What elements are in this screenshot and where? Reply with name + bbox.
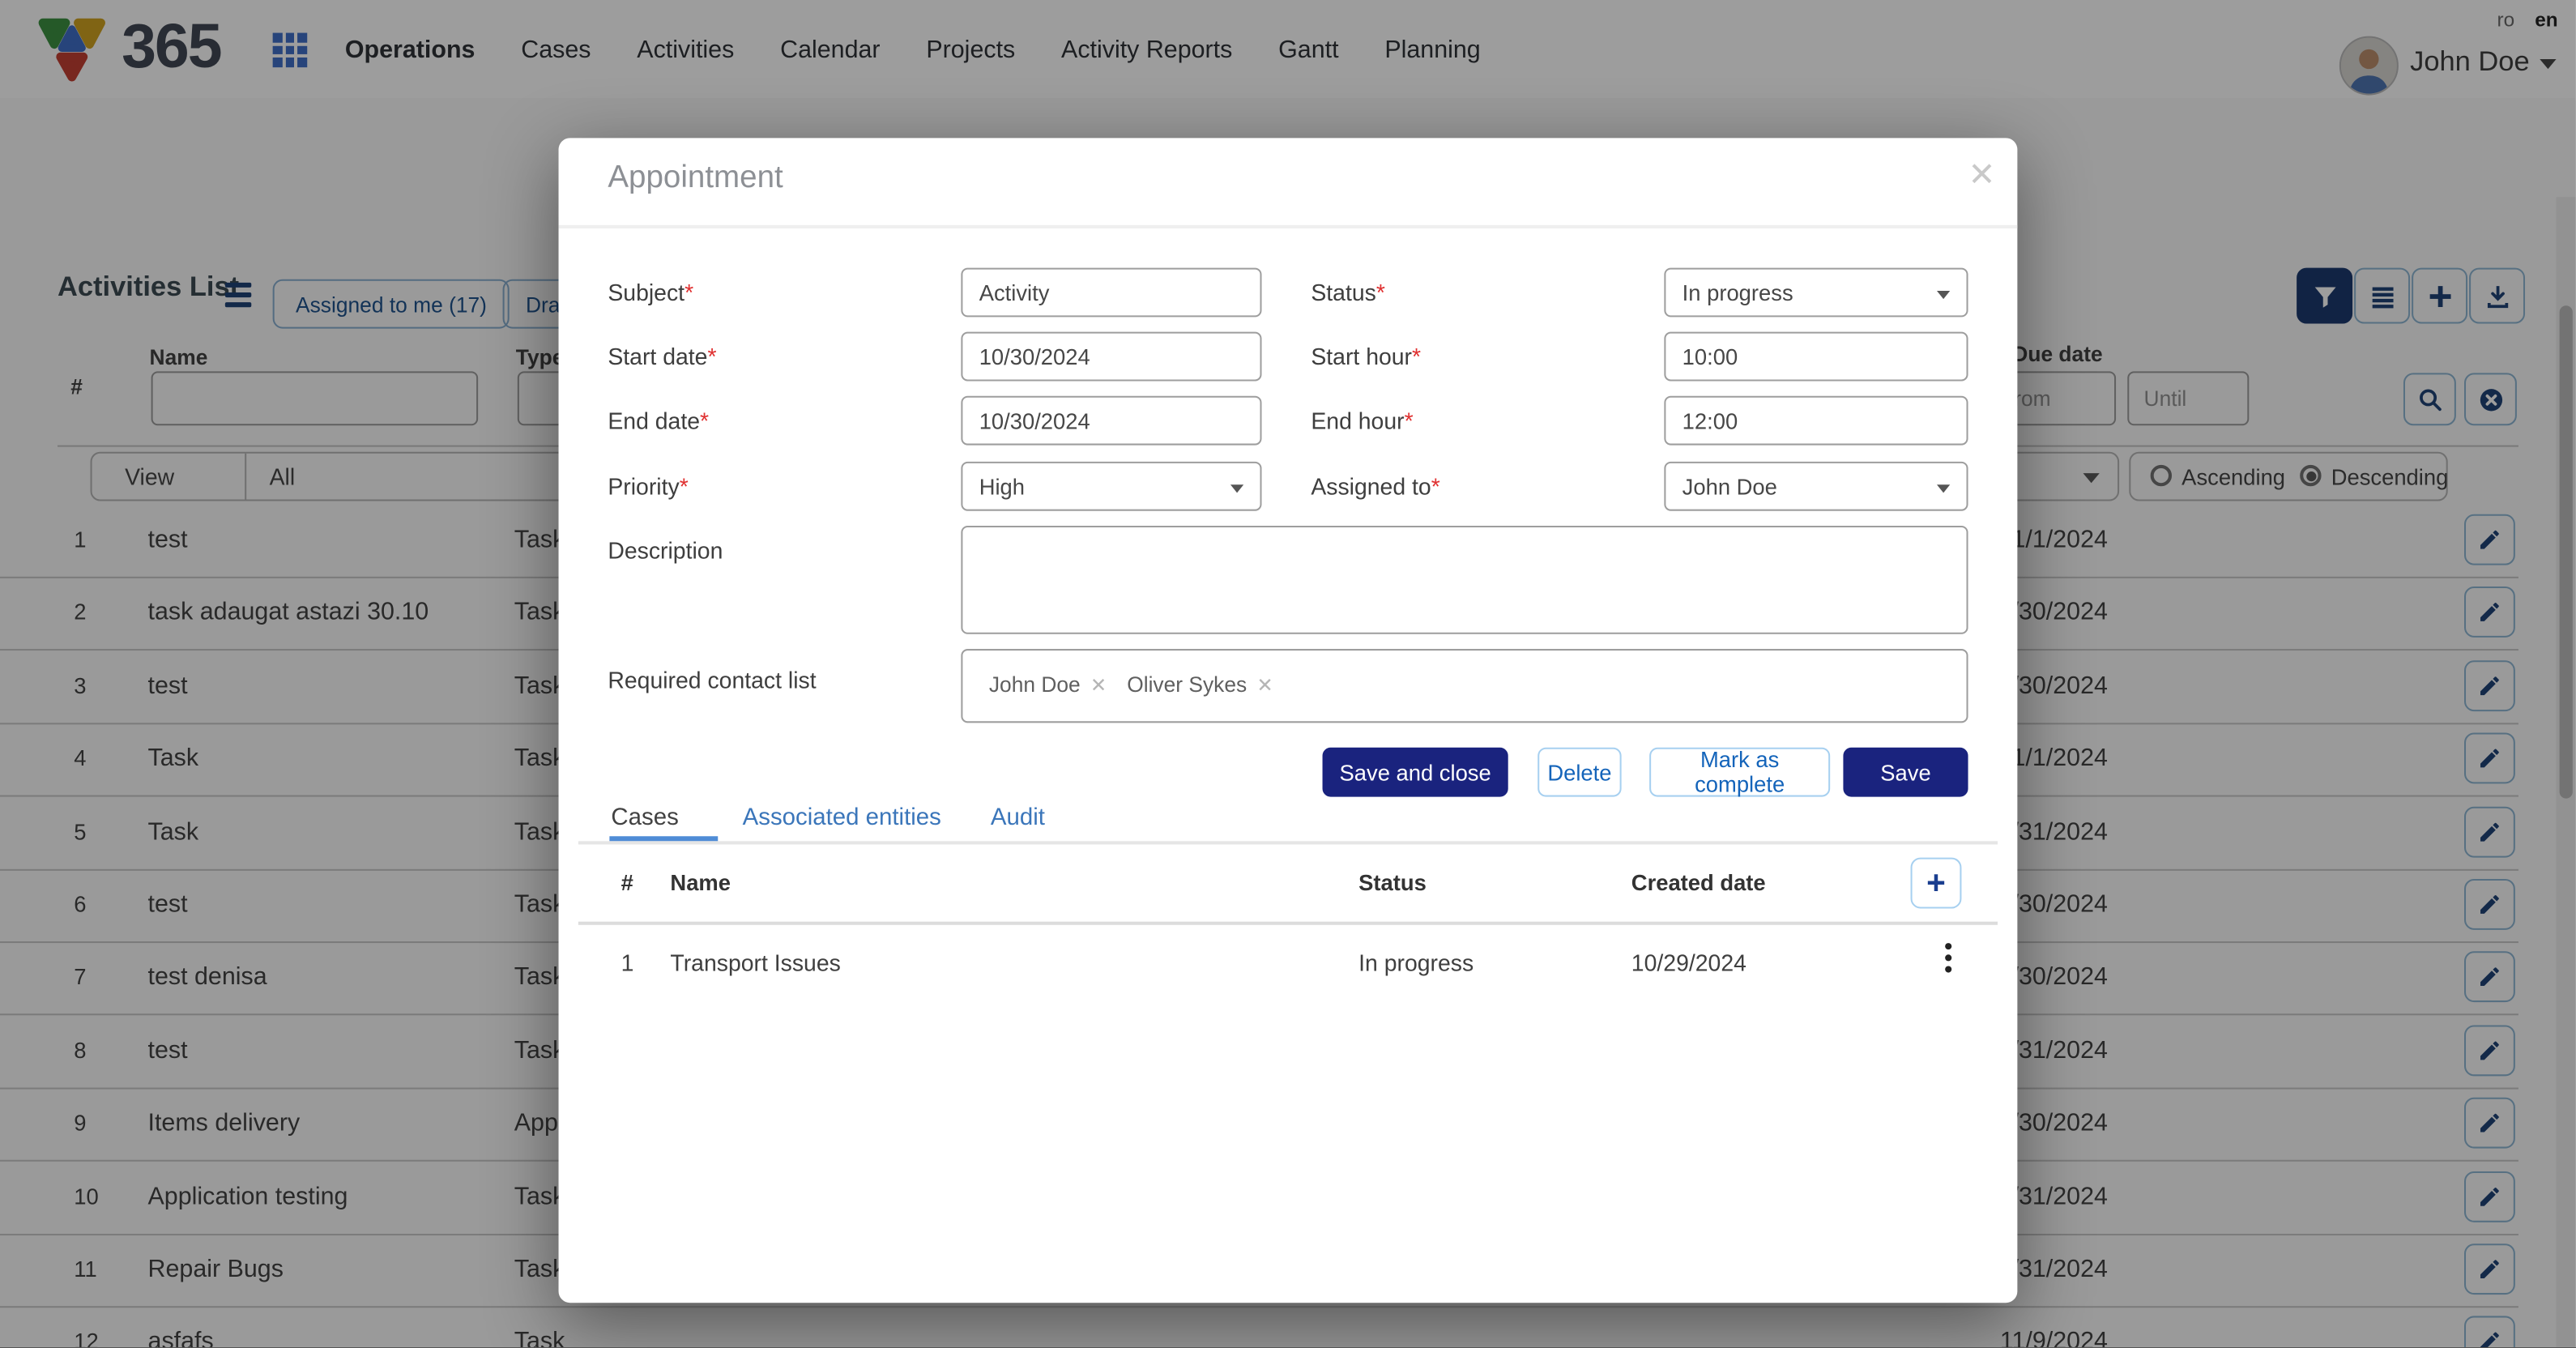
tab-cases[interactable]: Cases (611, 805, 678, 831)
screen: 365 OperationsCasesActivitiesCalendarPro… (0, 0, 2576, 1347)
remove-contact-icon[interactable]: ✕ (1256, 673, 1273, 696)
tab-audit[interactable]: Audit (991, 805, 1045, 831)
contact-list-label: Required contact list (608, 667, 816, 693)
end-date-label: End date* (608, 407, 709, 433)
save-button[interactable]: Save (1843, 748, 1968, 797)
case-row-menu-icon[interactable] (1932, 936, 1965, 979)
assigned-to-select[interactable]: John Doe (1664, 462, 1968, 511)
appointment-modal: Appointment ✕ Subject* Status* In progre… (559, 138, 2018, 1303)
assigned-to-label: Assigned to* (1311, 473, 1439, 499)
remove-contact-icon[interactable]: ✕ (1090, 673, 1107, 696)
chevron-down-icon (1937, 484, 1950, 493)
start-date-input[interactable] (961, 332, 1261, 382)
start-hour-label: Start hour* (1311, 343, 1421, 369)
chevron-down-icon (1230, 484, 1243, 493)
cases-col-status: Status (1358, 871, 1427, 895)
divider (559, 225, 2018, 228)
case-row-name: Transport Issues (670, 949, 840, 975)
case-row-created: 10/29/2024 (1631, 949, 1746, 975)
subject-label: Subject* (608, 279, 693, 305)
contact-chip: John Doe✕ (989, 672, 1107, 696)
subject-input[interactable] (961, 268, 1261, 318)
divider (578, 922, 1998, 925)
tab-associated-entities[interactable]: Associated entities (743, 805, 941, 831)
delete-button[interactable]: Delete (1537, 748, 1621, 797)
mark-as-complete-button[interactable]: Mark as complete (1649, 748, 1830, 797)
cases-col-number: # (621, 871, 633, 895)
description-textarea[interactable] (961, 526, 1968, 634)
priority-select[interactable]: High (961, 462, 1261, 511)
description-label: Description (608, 537, 723, 563)
priority-label: Priority* (608, 473, 688, 499)
end-hour-input[interactable] (1664, 396, 1968, 446)
add-case-button[interactable]: + (1911, 858, 1962, 909)
case-row-status: In progress (1358, 949, 1474, 975)
cases-col-created: Created date (1631, 871, 1766, 895)
chevron-down-icon (1937, 291, 1950, 299)
start-date-label: Start date* (608, 343, 716, 369)
close-icon[interactable]: ✕ (1964, 151, 1998, 199)
case-row-number: 1 (621, 949, 634, 975)
modal-title: Appointment (608, 161, 783, 198)
start-hour-input[interactable] (1664, 332, 1968, 382)
status-label: Status* (1311, 279, 1385, 305)
end-date-input[interactable] (961, 396, 1261, 446)
end-hour-label: End hour* (1311, 407, 1413, 433)
cases-col-name: Name (670, 871, 731, 895)
contact-chip: Oliver Sykes✕ (1127, 672, 1273, 696)
status-select[interactable]: In progress (1664, 268, 1968, 318)
contact-list-box[interactable]: John Doe✕ Oliver Sykes✕ (961, 649, 1968, 723)
save-and-close-button[interactable]: Save and close (1323, 748, 1508, 797)
divider (578, 841, 1998, 844)
